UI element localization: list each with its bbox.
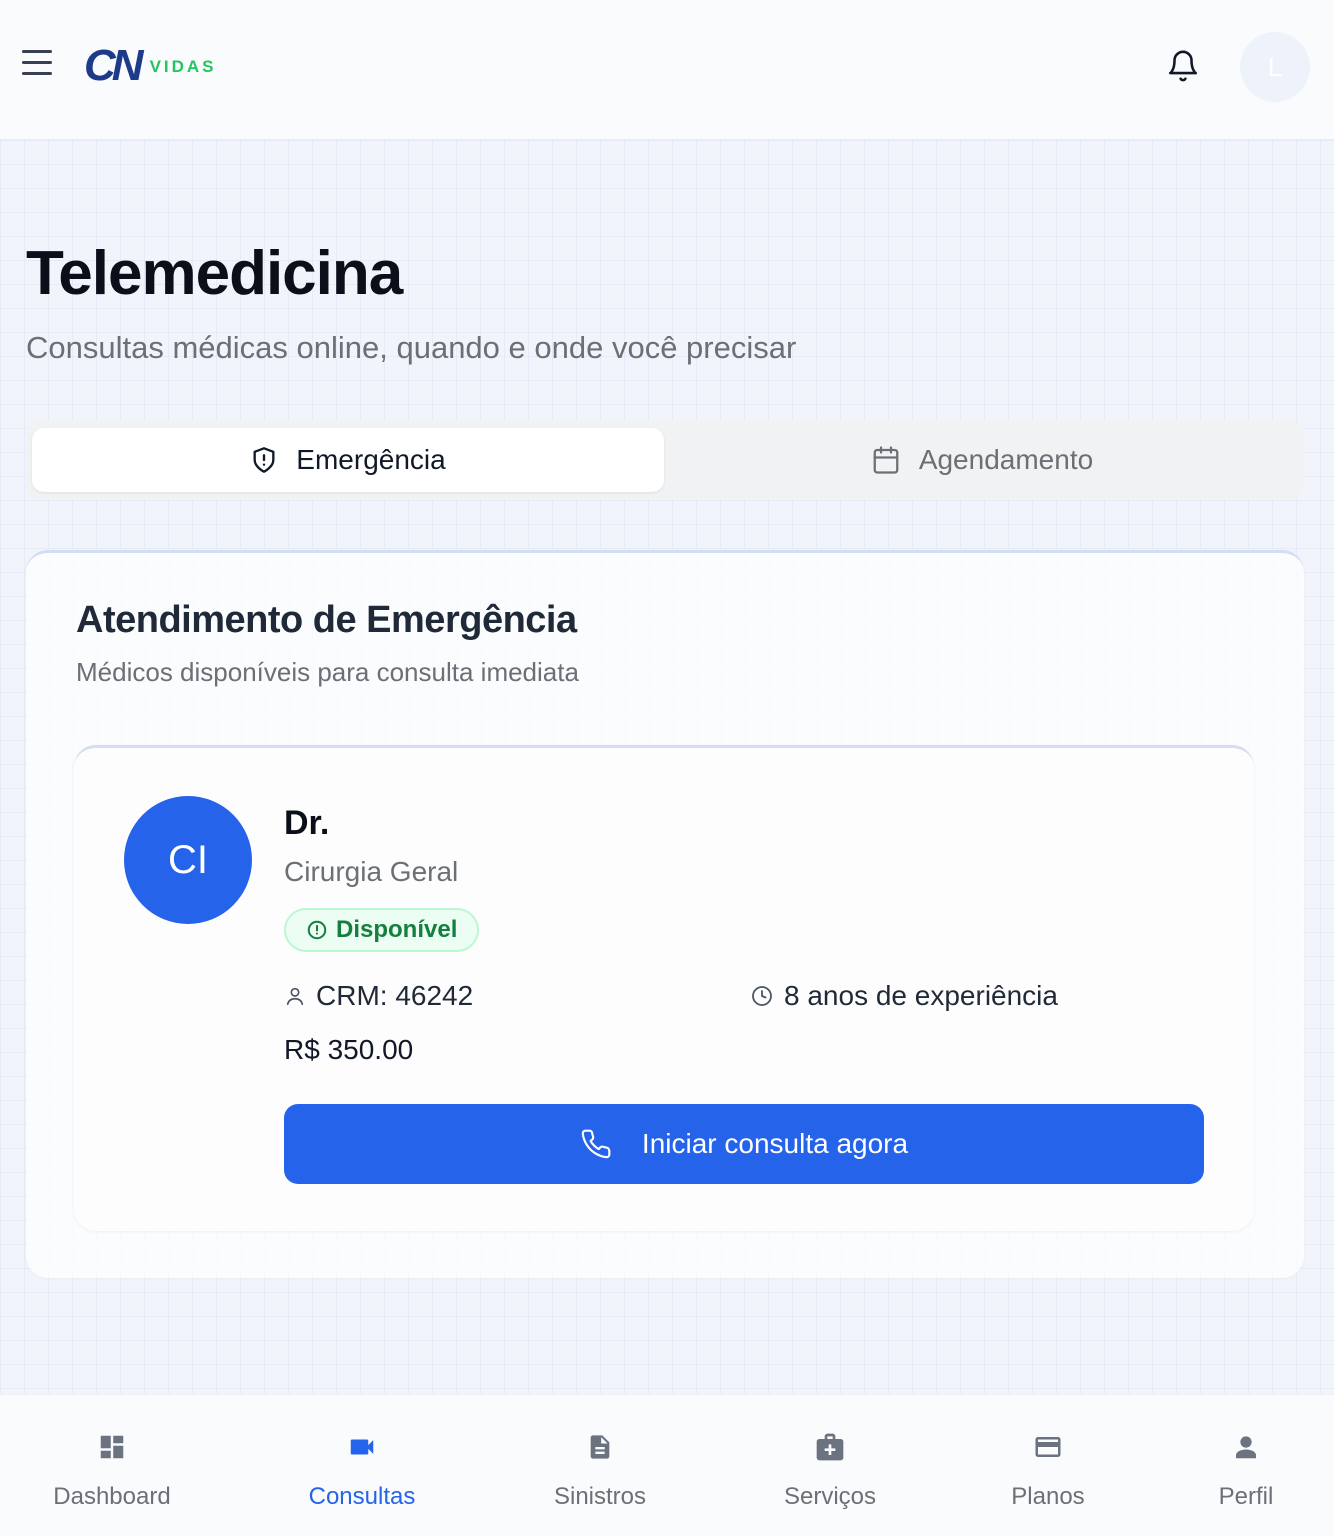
dashboard-icon (100, 1435, 124, 1459)
start-consultation-button[interactable]: Iniciar consulta agora (284, 1104, 1204, 1184)
page-title: Telemedicina (26, 239, 403, 308)
doctor-crm: CRM: 46242 (284, 980, 473, 1012)
phone-icon (581, 1129, 611, 1159)
clock-icon (752, 986, 772, 1006)
notification-bell-icon[interactable] (1166, 48, 1200, 84)
doctor-avatar: CI (124, 796, 252, 924)
tab-label: Emergência (296, 444, 446, 475)
nav-dashboard[interactable]: Dashboard (32, 1395, 192, 1536)
doctor-card: CI Dr. Cirurgia Geral Disponível CRM: 46… (74, 745, 1254, 1231)
consultation-price: R$ 350.00 (284, 1034, 414, 1065)
nav-planos[interactable]: Planos (968, 1395, 1128, 1536)
tab-label: Agendamento (918, 444, 1094, 475)
crm-value: CRM: 46242 (316, 980, 474, 1011)
tab-agendamento[interactable]: Agendamento (666, 428, 1298, 492)
page-subtitle: Consultas médicas online, quando e onde … (26, 330, 797, 365)
section-subtitle: Médicos disponíveis para consulta imedia… (76, 657, 579, 687)
menu-icon[interactable] (20, 50, 54, 82)
nav-label: Consultas (308, 1483, 416, 1510)
logo-mark: CN (84, 41, 144, 90)
video-camera-icon (350, 1439, 374, 1455)
bottom-navigation: Dashboard Consultas Sinistros Serviços P… (0, 1394, 1334, 1536)
cta-label: Iniciar consulta agora (641, 1128, 909, 1159)
section-title: Atendimento de Emergência (76, 599, 577, 641)
person-icon (1236, 1436, 1256, 1459)
status-badge: Disponível (284, 908, 480, 952)
doctor-name: Dr. (284, 804, 330, 842)
user-avatar[interactable]: L (1240, 32, 1310, 102)
nav-label: Sinistros (553, 1483, 647, 1510)
tab-emergencia[interactable]: Emergência (32, 428, 664, 492)
nav-perfil[interactable]: Perfil (1166, 1395, 1326, 1536)
emergency-card: Atendimento de Emergência Médicos dispon… (26, 550, 1304, 1278)
calendar-icon (873, 446, 899, 474)
consultation-tabs: Emergência Agendamento (26, 420, 1304, 500)
medical-kit-icon (816, 1433, 844, 1461)
experience-value: 8 anos de experiência (784, 980, 1058, 1011)
doctor-experience: 8 anos de experiência (750, 980, 1058, 1012)
doctor-specialty: Cirurgia Geral (284, 856, 459, 887)
nav-servicos[interactable]: Serviços (750, 1395, 910, 1536)
credit-card-icon (1035, 1437, 1061, 1457)
nav-consultas[interactable]: Consultas (282, 1395, 442, 1536)
nav-label: Planos (1011, 1483, 1085, 1510)
app-logo[interactable]: CN VIDAS (84, 44, 217, 88)
nav-sinistros[interactable]: Sinistros (520, 1395, 680, 1536)
document-icon (590, 1435, 610, 1459)
nav-label: Serviços (783, 1483, 877, 1510)
user-icon (286, 987, 304, 1006)
nav-label: Dashboard (53, 1483, 171, 1510)
shield-alert-icon (253, 447, 275, 473)
logo-text: VIDAS (149, 57, 217, 76)
status-label: Disponível (336, 916, 458, 943)
alert-circle-icon (307, 920, 327, 940)
top-bar: CN VIDAS L (0, 0, 1334, 140)
nav-label: Perfil (1218, 1483, 1274, 1510)
